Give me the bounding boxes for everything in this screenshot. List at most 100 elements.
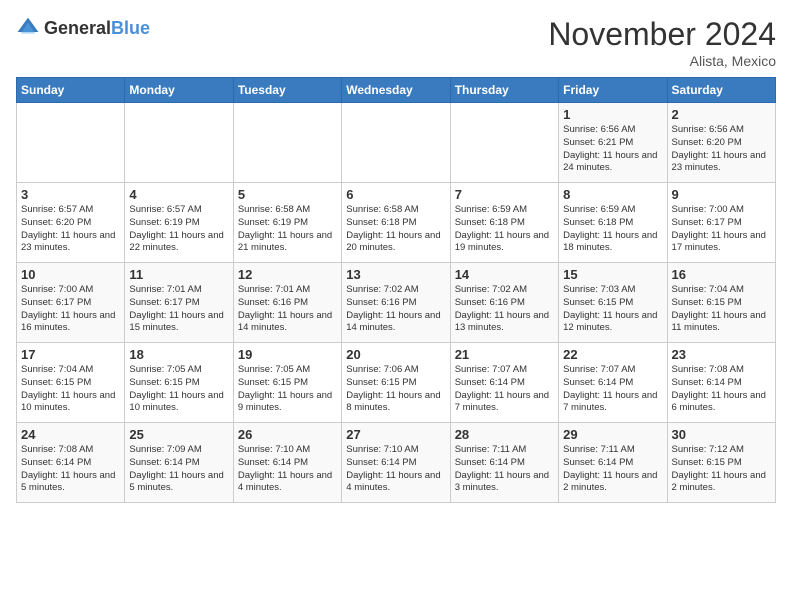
day-cell: 18 Sunrise: 7:05 AM Sunset: 6:15 PM Dayli…	[125, 343, 233, 423]
day-cell: 11Sunrise: 7:01 AM Sunset: 6:17 PM Dayli…	[125, 263, 233, 343]
day-cell: 9 Sunrise: 7:00 AM Sunset: 6:17 PM Daylig…	[667, 183, 775, 263]
calendar-table: SundayMondayTuesdayWednesdayThursdayFrid…	[16, 77, 776, 503]
page-header: GeneralBlue November 2024 Alista, Mexico	[16, 16, 776, 69]
day-cell: 20 Sunrise: 7:06 AM Sunset: 6:15 PM Dayli…	[342, 343, 450, 423]
day-info: Sunrise: 7:06 AM Sunset: 6:15 PM Dayligh…	[346, 364, 445, 415]
day-info: Sunrise: 7:07 AM Sunset: 6:14 PM Dayligh…	[455, 364, 554, 415]
day-info: Sunrise: 6:56 AM Sunset: 6:20 PM Dayligh…	[672, 124, 771, 175]
day-info: Sunrise: 7:00 AM Sunset: 6:17 PM Dayligh…	[672, 204, 771, 255]
day-info: Sunrise: 7:04 AM Sunset: 6:15 PM Dayligh…	[21, 364, 120, 415]
day-number: 24	[21, 427, 120, 442]
day-cell: 13 Sunrise: 7:02 AM Sunset: 6:16 PM Dayli…	[342, 263, 450, 343]
header-day-tuesday: Tuesday	[233, 78, 341, 103]
month-title: November 2024	[548, 16, 776, 53]
day-number: 14	[455, 267, 554, 282]
day-number: 21	[455, 347, 554, 362]
day-info: Sunrise: 7:05 AM Sunset: 6:15 PM Dayligh…	[129, 364, 228, 415]
day-info: Sunrise: 7:09 AM Sunset: 6:14 PM Dayligh…	[129, 444, 228, 495]
title-block: November 2024 Alista, Mexico	[548, 16, 776, 69]
day-cell: 30 Sunrise: 7:12 AM Sunset: 6:15 PM Dayli…	[667, 423, 775, 503]
day-cell: 22 Sunrise: 7:07 AM Sunset: 6:14 PM Dayli…	[559, 343, 667, 423]
day-cell: 29 Sunrise: 7:11 AM Sunset: 6:14 PM Dayli…	[559, 423, 667, 503]
day-cell: 16 Sunrise: 7:04 AM Sunset: 6:15 PM Dayli…	[667, 263, 775, 343]
day-number: 12	[238, 267, 337, 282]
day-number: 29	[563, 427, 662, 442]
day-number: 30	[672, 427, 771, 442]
header-day-sunday: Sunday	[17, 78, 125, 103]
day-cell: 21 Sunrise: 7:07 AM Sunset: 6:14 PM Dayli…	[450, 343, 558, 423]
day-number: 17	[21, 347, 120, 362]
day-number: 2	[672, 107, 771, 122]
day-cell: 12 Sunrise: 7:01 AM Sunset: 6:16 PM Dayli…	[233, 263, 341, 343]
week-row-5: 24 Sunrise: 7:08 AM Sunset: 6:14 PM Dayli…	[17, 423, 776, 503]
day-info: Sunrise: 7:00 AM Sunset: 6:17 PM Dayligh…	[21, 284, 120, 335]
day-cell: 3Sunrise: 6:57 AM Sunset: 6:20 PM Daylig…	[17, 183, 125, 263]
week-row-3: 10 Sunrise: 7:00 AM Sunset: 6:17 PM Dayli…	[17, 263, 776, 343]
day-info: Sunrise: 7:10 AM Sunset: 6:14 PM Dayligh…	[238, 444, 337, 495]
day-info: Sunrise: 6:58 AM Sunset: 6:18 PM Dayligh…	[346, 204, 445, 255]
day-number: 3	[21, 187, 120, 202]
day-info: Sunrise: 7:05 AM Sunset: 6:15 PM Dayligh…	[238, 364, 337, 415]
day-info: Sunrise: 6:59 AM Sunset: 6:18 PM Dayligh…	[563, 204, 662, 255]
day-info: Sunrise: 7:01 AM Sunset: 6:16 PM Dayligh…	[238, 284, 337, 335]
day-info: Sunrise: 7:12 AM Sunset: 6:15 PM Dayligh…	[672, 444, 771, 495]
day-cell	[125, 103, 233, 183]
day-number: 16	[672, 267, 771, 282]
header-day-friday: Friday	[559, 78, 667, 103]
day-cell: 4 Sunrise: 6:57 AM Sunset: 6:19 PM Daylig…	[125, 183, 233, 263]
day-number: 10	[21, 267, 120, 282]
day-cell: 27Sunrise: 7:10 AM Sunset: 6:14 PM Dayli…	[342, 423, 450, 503]
day-info: Sunrise: 7:03 AM Sunset: 6:15 PM Dayligh…	[563, 284, 662, 335]
day-number: 19	[238, 347, 337, 362]
day-cell: 14 Sunrise: 7:02 AM Sunset: 6:16 PM Dayli…	[450, 263, 558, 343]
day-cell	[450, 103, 558, 183]
day-number: 7	[455, 187, 554, 202]
header-day-monday: Monday	[125, 78, 233, 103]
day-cell	[342, 103, 450, 183]
day-cell: 15Sunrise: 7:03 AM Sunset: 6:15 PM Dayli…	[559, 263, 667, 343]
day-cell	[233, 103, 341, 183]
day-info: Sunrise: 7:07 AM Sunset: 6:14 PM Dayligh…	[563, 364, 662, 415]
day-info: Sunrise: 7:08 AM Sunset: 6:14 PM Dayligh…	[672, 364, 771, 415]
calendar-header: SundayMondayTuesdayWednesdayThursdayFrid…	[17, 78, 776, 103]
day-cell: 8 Sunrise: 6:59 AM Sunset: 6:18 PM Daylig…	[559, 183, 667, 263]
day-cell: 23 Sunrise: 7:08 AM Sunset: 6:14 PM Dayli…	[667, 343, 775, 423]
day-number: 22	[563, 347, 662, 362]
day-info: Sunrise: 7:02 AM Sunset: 6:16 PM Dayligh…	[346, 284, 445, 335]
day-cell: 26 Sunrise: 7:10 AM Sunset: 6:14 PM Dayli…	[233, 423, 341, 503]
day-number: 28	[455, 427, 554, 442]
day-info: Sunrise: 6:59 AM Sunset: 6:18 PM Dayligh…	[455, 204, 554, 255]
day-number: 13	[346, 267, 445, 282]
day-number: 9	[672, 187, 771, 202]
day-info: Sunrise: 7:04 AM Sunset: 6:15 PM Dayligh…	[672, 284, 771, 335]
day-info: Sunrise: 7:02 AM Sunset: 6:16 PM Dayligh…	[455, 284, 554, 335]
day-cell: 19 Sunrise: 7:05 AM Sunset: 6:15 PM Dayli…	[233, 343, 341, 423]
day-number: 4	[129, 187, 228, 202]
day-info: Sunrise: 6:57 AM Sunset: 6:19 PM Dayligh…	[129, 204, 228, 255]
day-cell: 24 Sunrise: 7:08 AM Sunset: 6:14 PM Dayli…	[17, 423, 125, 503]
day-number: 8	[563, 187, 662, 202]
logo-general: GeneralBlue	[44, 18, 150, 39]
logo: GeneralBlue	[16, 16, 150, 40]
day-cell: 25Sunrise: 7:09 AM Sunset: 6:14 PM Dayli…	[125, 423, 233, 503]
day-info: Sunrise: 7:08 AM Sunset: 6:14 PM Dayligh…	[21, 444, 120, 495]
day-cell: 2 Sunrise: 6:56 AM Sunset: 6:20 PM Daylig…	[667, 103, 775, 183]
day-cell: 7 Sunrise: 6:59 AM Sunset: 6:18 PM Daylig…	[450, 183, 558, 263]
day-number: 23	[672, 347, 771, 362]
day-cell	[17, 103, 125, 183]
day-number: 5	[238, 187, 337, 202]
day-cell: 10 Sunrise: 7:00 AM Sunset: 6:17 PM Dayli…	[17, 263, 125, 343]
day-number: 6	[346, 187, 445, 202]
day-number: 18	[129, 347, 228, 362]
header-day-saturday: Saturday	[667, 78, 775, 103]
day-number: 11	[129, 267, 228, 282]
day-info: Sunrise: 7:10 AM Sunset: 6:14 PM Dayligh…	[346, 444, 445, 495]
day-info: Sunrise: 7:11 AM Sunset: 6:14 PM Dayligh…	[563, 444, 662, 495]
day-number: 20	[346, 347, 445, 362]
logo-icon	[16, 16, 40, 40]
day-info: Sunrise: 6:56 AM Sunset: 6:21 PM Dayligh…	[563, 124, 662, 175]
week-row-1: 1 Sunrise: 6:56 AM Sunset: 6:21 PM Daylig…	[17, 103, 776, 183]
day-number: 26	[238, 427, 337, 442]
day-number: 1	[563, 107, 662, 122]
header-day-thursday: Thursday	[450, 78, 558, 103]
